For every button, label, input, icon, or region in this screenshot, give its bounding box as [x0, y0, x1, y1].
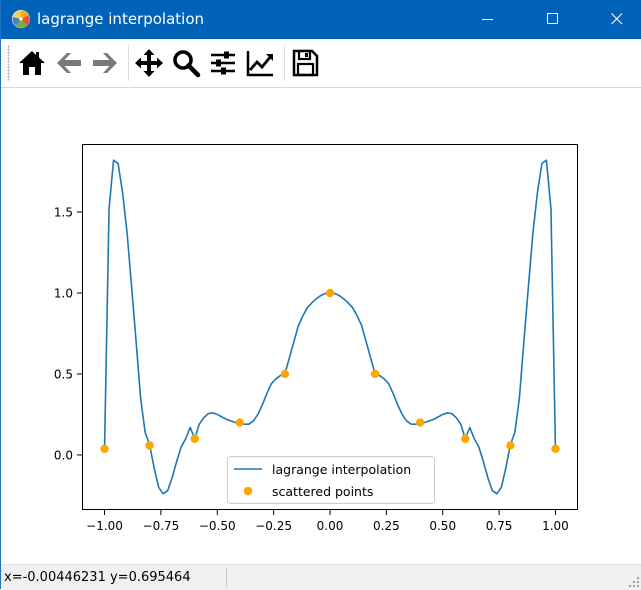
navigation-toolbar: [1, 39, 641, 88]
magnifier-icon: [173, 50, 201, 78]
figure-canvas[interactable]: −1.00 −0.75 −0.50 −0.25 0.00 0.25 0.50 0.75 1.00…: [1, 88, 641, 564]
scatter-point: [145, 441, 154, 450]
title-bar[interactable]: lagrange interpolation: [1, 0, 641, 39]
scatter-point: [551, 444, 560, 453]
zoom-button[interactable]: [171, 48, 201, 78]
lagrange-chart[interactable]: −1.00 −0.75 −0.50 −0.25 0.00 0.25 0.50 0.75 1.00…: [1, 88, 641, 564]
size-grip-icon[interactable]: [628, 576, 640, 588]
scatter-point: [461, 434, 470, 443]
home-button[interactable]: [17, 48, 47, 78]
y-tick-label: 1.0: [54, 286, 73, 300]
legend-point-swatch: [243, 486, 253, 496]
x-tick-label: 0.00: [317, 519, 344, 533]
close-icon: [611, 13, 623, 25]
x-tick-label: −1.00: [86, 519, 123, 533]
scatter-point: [235, 418, 245, 427]
pan-button[interactable]: [134, 48, 164, 78]
status-separator: [226, 568, 227, 587]
scatter-point: [280, 369, 290, 379]
maximize-button[interactable]: [530, 0, 576, 39]
y-tick-label: 0.5: [54, 367, 73, 381]
scatter-point: [325, 288, 335, 298]
save-button[interactable]: [290, 48, 320, 78]
arrow-left-icon: [57, 53, 81, 73]
arrow-right-icon: [93, 53, 117, 73]
x-tick-label: 0.25: [373, 519, 400, 533]
status-bar: x=-0.00446231 y=0.695464: [1, 564, 641, 590]
legend-label: lagrange interpolation: [272, 462, 411, 477]
toolbar-grip[interactable]: [7, 45, 10, 81]
cursor-coordinates: x=-0.00446231 y=0.695464: [4, 570, 191, 585]
subplots-button[interactable]: [208, 48, 238, 78]
app-window: lagrange interpolation −1.00 −0.75 −0.50…: [0, 0, 641, 590]
home-icon: [19, 51, 45, 75]
legend: lagrange interpolation scattered points: [227, 456, 435, 504]
matplotlib-logo-icon: [12, 10, 30, 28]
legend-label: scattered points: [272, 484, 373, 499]
x-tick-label: 0.50: [429, 519, 456, 533]
scatter-point: [415, 418, 425, 427]
sliders-icon: [211, 51, 235, 75]
window-title: lagrange interpolation: [37, 10, 205, 28]
move-icon: [135, 49, 163, 77]
close-button[interactable]: [594, 0, 640, 39]
toolbar-separator: [284, 45, 285, 81]
forward-button[interactable]: [90, 48, 120, 78]
scatter-point: [100, 444, 109, 453]
y-tick-label: 1.5: [54, 206, 73, 220]
scatter-point: [190, 434, 199, 443]
x-tick-label: 1.00: [542, 519, 569, 533]
back-button[interactable]: [54, 48, 84, 78]
scatter-point: [370, 369, 380, 379]
minimize-button[interactable]: [465, 0, 511, 39]
x-tick-label: 0.75: [486, 519, 513, 533]
customize-button[interactable]: [245, 48, 275, 78]
x-tick-label: −0.50: [199, 519, 236, 533]
toolbar-separator: [128, 45, 129, 81]
minimize-icon: [482, 19, 493, 20]
floppy-disk-icon: [292, 49, 319, 77]
x-tick-label: −0.25: [255, 519, 292, 533]
maximize-icon: [547, 13, 558, 24]
x-tick-label: −0.75: [143, 519, 180, 533]
scatter-point: [506, 441, 515, 450]
line-chart-icon: [246, 51, 273, 77]
axes-background: [82, 144, 578, 510]
y-tick-label: 0.0: [54, 448, 73, 462]
